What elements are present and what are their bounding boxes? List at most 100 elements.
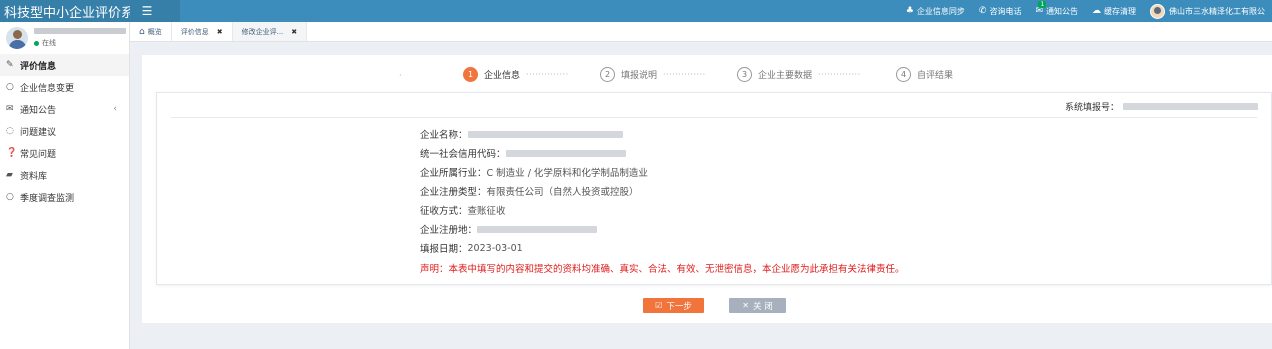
field-registration-type: 企业注册类型： 有限责任公司（自然人投资或控股）	[420, 184, 639, 198]
field-value: 2023-03-01	[467, 242, 523, 254]
avatar	[1150, 3, 1165, 19]
system-report-number-redacted	[1123, 103, 1258, 110]
wizard-steps: · 1 企业信息 ·············· 2 填报说明 ·········…	[142, 67, 1272, 83]
brand-area: 科技型中小企业评价系统 ☰	[0, 0, 180, 22]
envelope-icon: ✉	[6, 104, 14, 114]
field-label: 企业注册类型：	[420, 187, 487, 198]
close-icon[interactable]: ✖	[291, 28, 297, 36]
comment-icon: ◌	[6, 126, 14, 136]
sidebar-item-info-change[interactable]: ○ 企业信息变更	[0, 76, 129, 98]
nav-notices-label: 通知公告	[1046, 6, 1078, 16]
steps-lead-dot: ·	[399, 71, 402, 80]
tab-edit-evaluation[interactable]: 修改企业评... ✖	[232, 22, 308, 41]
field-credit-code: 统一社会信用代码：	[420, 146, 626, 160]
step-3[interactable]: 3 企业主要数据 ··············	[737, 67, 861, 82]
field-value-redacted	[477, 225, 598, 233]
step-connector: ··············	[663, 70, 706, 79]
sidebar-item-label: 企业信息变更	[20, 83, 75, 94]
user-company-name: 佛山市三水精泽化工有限公	[1169, 6, 1265, 16]
check-icon: ☑	[655, 301, 663, 310]
field-company-name: 企业名称：	[420, 127, 623, 141]
close-icon[interactable]: ✖	[217, 28, 223, 36]
field-label: 征收方式：	[420, 206, 468, 217]
step-number: 1	[463, 67, 478, 82]
step-label: 填报说明	[621, 71, 658, 81]
close-label: 关 闭	[753, 301, 773, 312]
sidebar-toggle-icon[interactable]: ☰	[136, 0, 158, 22]
home-icon: ⌂	[139, 26, 145, 37]
field-value: C 制造业 / 化学原料和化学制品制造业	[486, 168, 648, 179]
user-panel: 在线	[0, 22, 129, 54]
user-icon: ♣	[905, 6, 914, 16]
sidebar-item-notices[interactable]: ✉ 通知公告 ‹	[0, 98, 129, 120]
chevron-left-icon: ‹	[113, 104, 117, 114]
field-value-redacted	[467, 130, 623, 138]
nav-company-sync-label: 企业信息同步	[916, 6, 965, 16]
question-icon: ❓	[6, 148, 18, 158]
field-label: 统一社会信用代码：	[420, 149, 506, 160]
divider	[171, 117, 1257, 118]
sidebar-item-quarterly-survey[interactable]: ○ 季度调查监测	[0, 186, 129, 208]
field-label: 企业名称：	[420, 130, 468, 141]
step-connector: ··············	[818, 70, 861, 79]
step-label: 自评结果	[917, 71, 954, 81]
tab-overview[interactable]: ⌂ 概览	[130, 22, 172, 41]
nav-clear-cache-label: 缓存清理	[1104, 6, 1136, 16]
field-label: 企业注册地：	[420, 225, 478, 236]
app-title[interactable]: 科技型中小企业评价系统	[0, 0, 130, 22]
step-label: 企业主要数据	[758, 71, 813, 81]
sidebar-item-suggestions[interactable]: ◌ 问题建议	[0, 120, 129, 142]
close-button[interactable]: ✕ 关 闭	[729, 298, 786, 313]
close-icon: ✕	[742, 301, 749, 310]
field-label: 填报日期：	[420, 244, 468, 255]
step-number: 4	[896, 67, 911, 82]
step-number: 2	[600, 67, 615, 82]
user-info: 在线	[34, 28, 126, 48]
sidebar-item-library[interactable]: ▰ 资料库	[0, 164, 129, 186]
circle-icon: ○	[6, 82, 14, 92]
step-label: 企业信息	[484, 71, 521, 81]
step-1[interactable]: 1 企业信息 ··············	[463, 67, 569, 82]
nav-hotline[interactable]: ✆ 咨询电话	[972, 0, 1029, 22]
step-4[interactable]: 4 自评结果	[896, 67, 953, 82]
next-step-button[interactable]: ☑ 下一步	[643, 298, 704, 313]
circle-icon: ○	[6, 192, 14, 202]
sidebar-item-evaluation-info[interactable]: ✎ 评价信息	[0, 54, 129, 76]
status-label: 在线	[42, 39, 56, 47]
step-number: 3	[737, 67, 752, 82]
page-tabs: ⌂ 概览 评价信息 ✖ 修改企业评... ✖	[130, 22, 1272, 42]
nav-company-sync[interactable]: ♣ 企业信息同步	[899, 0, 972, 22]
edit-icon: ✎	[6, 60, 14, 70]
step-connector: ··············	[526, 70, 569, 79]
system-report-number: 系统填报号：	[1065, 100, 1258, 113]
step-2[interactable]: 2 填报说明 ··············	[600, 67, 706, 82]
nav-notices[interactable]: ✉ 1 通知公告	[1028, 0, 1085, 22]
sidebar-item-label: 资料库	[20, 171, 48, 182]
field-value-redacted	[505, 149, 626, 157]
sidebar: 在线 ✎ 评价信息 ○ 企业信息变更 ✉ 通知公告 ‹ ◌ 问题建议 ❓ 常见问…	[0, 22, 130, 349]
top-nav-menu: ♣ 企业信息同步 ✆ 咨询电话 ✉ 1 通知公告 ☁ 缓存清理 佛山市三水精泽化…	[899, 0, 1272, 22]
tab-evaluation-info[interactable]: 评价信息 ✖	[172, 22, 233, 41]
sidebar-item-label: 评价信息	[20, 61, 57, 72]
folder-icon: ▰	[6, 170, 13, 180]
sidebar-item-faq[interactable]: ❓ 常见问题	[0, 142, 129, 164]
field-report-date: 填报日期： 2023-03-01	[420, 241, 523, 256]
next-step-label: 下一步	[666, 301, 692, 312]
field-label: 企业所属行业：	[420, 168, 487, 179]
field-industry: 企业所属行业： C 制造业 / 化学原料和化学制品制造业	[420, 165, 648, 179]
nav-user-menu[interactable]: 佛山市三水精泽化工有限公	[1143, 0, 1272, 22]
company-info-form: 系统填报号： 企业名称： 统一社会信用代码： 企业所属行业： C 制造业 / 化…	[156, 92, 1272, 285]
notice-count-badge: 1	[1038, 1, 1047, 8]
nav-hotline-label: 咨询电话	[989, 6, 1022, 16]
status-dot-icon	[34, 40, 39, 46]
user-name-redacted	[34, 28, 126, 34]
nav-clear-cache[interactable]: ☁ 缓存清理	[1085, 0, 1143, 22]
sidebar-item-label: 问题建议	[20, 127, 57, 138]
tab-label: 评价信息	[180, 27, 209, 36]
field-value: 查账征收	[467, 206, 506, 217]
sidebar-item-label: 常见问题	[20, 149, 57, 160]
legal-declaration: 声明：本表中填写的内容和提交的资料均准确、真实、合法、有效、无泄密信息，本企业愿…	[420, 264, 905, 275]
phone-icon: ✆	[978, 6, 987, 16]
cloud-icon: ☁	[1092, 6, 1101, 16]
sidebar-menu: ✎ 评价信息 ○ 企业信息变更 ✉ 通知公告 ‹ ◌ 问题建议 ❓ 常见问题 ▰…	[0, 54, 129, 208]
